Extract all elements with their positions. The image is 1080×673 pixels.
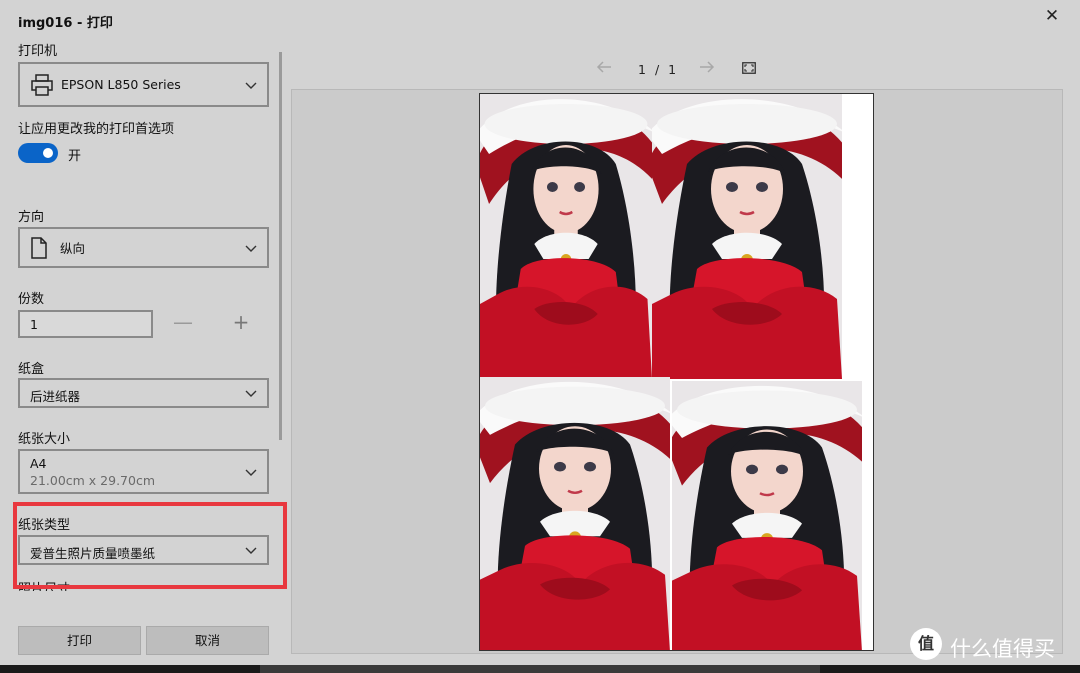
next-page-icon[interactable] (698, 58, 718, 80)
printer-select[interactable]: EPSON L850 Series (18, 62, 269, 107)
allow-app-label: 让应用更改我的打印首选项 (18, 122, 175, 137)
photo-thumbnail (652, 94, 842, 379)
portrait-page-icon (31, 237, 47, 259)
close-icon[interactable]: ✕ (1040, 4, 1064, 28)
orientation-label: 方向 (18, 210, 45, 225)
tray-select[interactable]: 后进纸器 (18, 378, 269, 408)
watermark-text: 什么值得买 (950, 637, 1055, 661)
print-dialog: img016 - 打印 ✕ 打印机 EPSON L850 Series 让应用更… (0, 0, 1080, 665)
paper-size-label: 纸张大小 (18, 432, 71, 447)
chevron-down-icon (245, 469, 257, 476)
printer-label: 打印机 (18, 44, 58, 59)
increase-copies-button[interactable]: + (228, 308, 254, 336)
toggle-state-label: 开 (68, 149, 82, 164)
tray-value: 后进纸器 (30, 389, 81, 404)
photo-thumbnail (672, 381, 862, 650)
copies-value: 1 (30, 317, 38, 332)
paper-size-select[interactable]: A4 21.00cm x 29.70cm (18, 449, 269, 494)
page-separator: / (654, 62, 660, 77)
orientation-value: 纵向 (60, 241, 86, 256)
photo-thumbnail (480, 94, 652, 379)
print-button[interactable]: 打印 (18, 626, 141, 655)
total-pages: 1 (668, 62, 677, 77)
page-indicator: 1 / 1 (638, 62, 676, 77)
allow-app-toggle[interactable] (18, 143, 58, 163)
previous-page-icon[interactable] (595, 58, 615, 80)
tray-label: 纸盒 (18, 362, 45, 377)
cancel-button[interactable]: 取消 (146, 626, 269, 655)
chevron-down-icon (245, 82, 257, 89)
annotation-highlight-box (13, 502, 287, 589)
printer-value: EPSON L850 Series (61, 77, 181, 92)
paper-size-dimensions: 21.00cm x 29.70cm (30, 473, 156, 488)
preview-page (479, 93, 874, 651)
decrease-copies-button[interactable]: — (170, 308, 196, 336)
paper-size-value: A4 (30, 456, 47, 471)
orientation-select[interactable]: 纵向 (18, 227, 269, 268)
settings-scrollbar[interactable] (279, 52, 282, 440)
photo-thumbnail (480, 377, 670, 650)
copies-label: 份数 (18, 292, 45, 307)
watermark-logo-icon: 值 (910, 628, 942, 660)
chevron-down-icon (245, 390, 257, 397)
fit-to-window-icon[interactable] (742, 62, 756, 74)
current-page: 1 (638, 62, 646, 77)
copies-input[interactable]: 1 (18, 310, 153, 338)
chevron-down-icon (245, 245, 257, 252)
printer-icon (31, 74, 53, 96)
window-title: img016 - 打印 (18, 16, 113, 31)
background-strip (260, 665, 820, 673)
